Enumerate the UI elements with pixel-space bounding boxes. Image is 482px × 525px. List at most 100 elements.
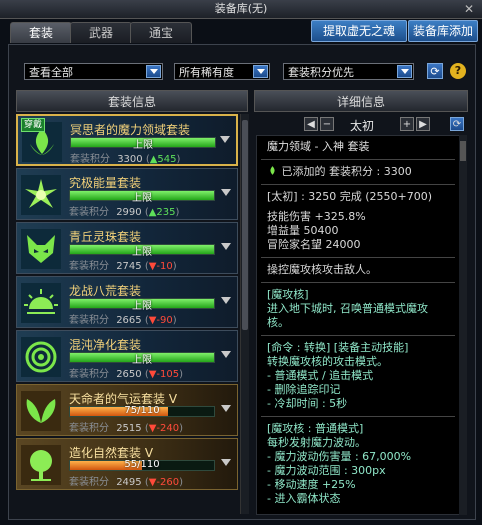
set-score: 套装积分 2495 (▼-260) xyxy=(69,477,184,488)
expand-arrow-icon[interactable] xyxy=(221,297,231,304)
skill-line: 核。 xyxy=(267,316,289,329)
expand-arrow-icon[interactable] xyxy=(220,136,230,143)
chevron-down-icon[interactable] xyxy=(146,65,161,78)
set-row[interactable]: 龙战八荒套装 上限 套装积分 2665 (▼-90) xyxy=(16,276,238,328)
score-delta: ▼-260 xyxy=(148,477,180,488)
window-title-bar: 装备库(无) xyxy=(0,0,482,19)
set-row[interactable]: 天命者的气运套装 Ⅴ 75/110 套装积分 2515 (▼-240) xyxy=(16,384,238,436)
set-score: 套装积分 2515 (▼-240) xyxy=(69,423,184,434)
score-label: 套装积分 xyxy=(69,423,109,434)
add-to-library-button[interactable]: 装备库添加 xyxy=(408,20,478,42)
chevron-down-icon[interactable] xyxy=(253,65,268,78)
scope-select[interactable]: 查看全部 xyxy=(24,63,163,80)
close-icon[interactable]: ✕ xyxy=(462,2,476,16)
score-value: 2650 xyxy=(116,369,142,380)
tab-sets[interactable]: 套装 xyxy=(10,22,72,43)
scroll-thumb[interactable] xyxy=(242,120,248,330)
tab-weapons[interactable]: 武器 xyxy=(70,22,132,43)
set-list: 穿戴 冥思者的魔力领域套装 上限 套装积分 3300 (▲545) 究极能量套装… xyxy=(16,114,238,514)
leaf-wings-icon xyxy=(21,391,61,431)
divider xyxy=(261,282,455,283)
detail-panel: 魔力领域 - 入神 套装 已添加的 套装积分 : 3300 [太初] : 325… xyxy=(256,135,460,515)
next-level-button[interactable]: ▶ xyxy=(416,117,430,131)
detail-description: 操控魔攻核攻击敌人。 xyxy=(267,263,377,276)
progress-text: 上限 xyxy=(132,193,152,204)
scope-select-value: 查看全部 xyxy=(29,66,73,79)
progress-text: 上限 xyxy=(132,355,152,366)
detail-set-title: 魔力领域 - 入神 套装 xyxy=(267,140,370,153)
skill-line: 每秒发射魔力波动。 xyxy=(267,436,366,449)
expand-arrow-icon[interactable] xyxy=(221,459,231,466)
divider xyxy=(261,257,455,258)
score-label: 套装积分 xyxy=(69,315,109,326)
set-score: 套装积分 2650 (▼-105) xyxy=(69,369,184,380)
expand-arrow-icon[interactable] xyxy=(221,189,231,196)
help-icon[interactable]: ? xyxy=(450,63,466,79)
plus-button[interactable]: + xyxy=(400,117,414,131)
expand-arrow-icon[interactable] xyxy=(221,351,231,358)
score-delta: ▼-240 xyxy=(148,423,180,434)
prev-level-button[interactable]: ◀ xyxy=(304,117,318,131)
divider xyxy=(261,159,455,160)
expand-arrow-icon[interactable] xyxy=(221,243,231,250)
extract-soul-button[interactable]: 提取虚无之魂 xyxy=(311,20,407,42)
rose-icon xyxy=(21,337,61,377)
score-label: 套装积分 xyxy=(69,261,109,272)
window-title: 装备库(无) xyxy=(214,2,268,15)
detail-added-score: 已添加的 套装积分 : 3300 xyxy=(267,165,449,179)
refresh-icon[interactable]: ⟳ xyxy=(427,63,443,79)
set-row[interactable]: 究极能量套装 上限 套装积分 2990 (▲235) xyxy=(16,168,238,220)
chevron-down-icon[interactable] xyxy=(397,65,412,78)
detail-stat: 冒险家名望 24000 xyxy=(267,238,361,251)
progress-bar: 上限 xyxy=(69,244,215,258)
set-row[interactable]: 混沌净化套装 上限 套装积分 2650 (▼-105) xyxy=(16,330,238,382)
score-delta: ▼-90 xyxy=(148,315,173,326)
skill-title: [魔攻核 : 普通模式] xyxy=(267,422,364,435)
divider xyxy=(261,184,455,185)
score-value: 2745 xyxy=(116,261,142,272)
set-row[interactable]: 穿戴 冥思者的魔力领域套装 上限 套装积分 3300 (▲545) xyxy=(16,114,238,166)
score-delta: ▼-10 xyxy=(148,261,173,272)
level-nav: ◀ − 太初 + ▶ ⟳ xyxy=(256,115,468,133)
score-delta: ▼-105 xyxy=(148,369,180,380)
set-score: 套装积分 2665 (▼-90) xyxy=(69,315,177,326)
skill-title: [魔攻核] xyxy=(267,288,309,301)
skill-title: [命令 : 转换] [装备主动技能] xyxy=(267,341,409,354)
set-list-scrollbar[interactable] xyxy=(240,114,249,514)
rarity-select[interactable]: 所有稀有度 xyxy=(174,63,270,80)
score-delta: ▲235 xyxy=(148,207,176,218)
progress-bar: 55/110 xyxy=(69,459,215,471)
sort-select[interactable]: 套装积分优先 xyxy=(283,63,414,80)
skill-line: - 魔力波动范围 : 300px xyxy=(267,464,386,477)
progress-text: 上限 xyxy=(132,247,152,258)
refresh-icon[interactable]: ⟳ xyxy=(450,117,464,131)
set-row[interactable]: 造化自然套装 Ⅴ 55/110 套装积分 2495 (▼-260) xyxy=(16,438,238,490)
progress-bar: 上限 xyxy=(69,298,215,312)
set-row[interactable]: 青丘灵珠套装 上限 套装积分 2745 (▼-10) xyxy=(16,222,238,274)
rising-sun-icon xyxy=(21,283,61,323)
detail-scrollbar[interactable] xyxy=(459,135,467,515)
scroll-thumb[interactable] xyxy=(460,141,466,161)
score-value: 2495 xyxy=(116,477,142,488)
set-info-header: 套装信息 xyxy=(16,90,248,112)
equipped-badge: 穿戴 xyxy=(21,118,46,132)
progress-text: 上限 xyxy=(132,301,152,312)
tab-treasure[interactable]: 通宝 xyxy=(130,22,192,43)
score-label: 套装积分 xyxy=(69,369,109,380)
rarity-select-value: 所有稀有度 xyxy=(179,66,234,79)
detail-info-header: 详细信息 xyxy=(254,90,468,112)
progress-text: 55/110 xyxy=(124,459,160,470)
score-value: 2515 xyxy=(116,423,142,434)
divider xyxy=(261,416,455,417)
skill-line: 转换魔攻核的攻击模式。 xyxy=(267,355,388,368)
progress-bar: 上限 xyxy=(70,137,216,151)
score-value: 3300 xyxy=(117,154,143,165)
expand-arrow-icon[interactable] xyxy=(221,405,231,412)
skill-line: - 删除追踪印记 xyxy=(267,383,341,396)
skill-line: - 进入霸体状态 xyxy=(267,492,341,505)
set-score: 套装积分 3300 (▲545) xyxy=(70,154,181,165)
score-value: 2990 xyxy=(116,207,142,218)
skill-line: - 冷却时间 : 5秒 xyxy=(267,397,348,410)
set-score: 套装积分 2990 (▲235) xyxy=(69,207,180,218)
progress-bar: 75/110 xyxy=(69,405,215,417)
